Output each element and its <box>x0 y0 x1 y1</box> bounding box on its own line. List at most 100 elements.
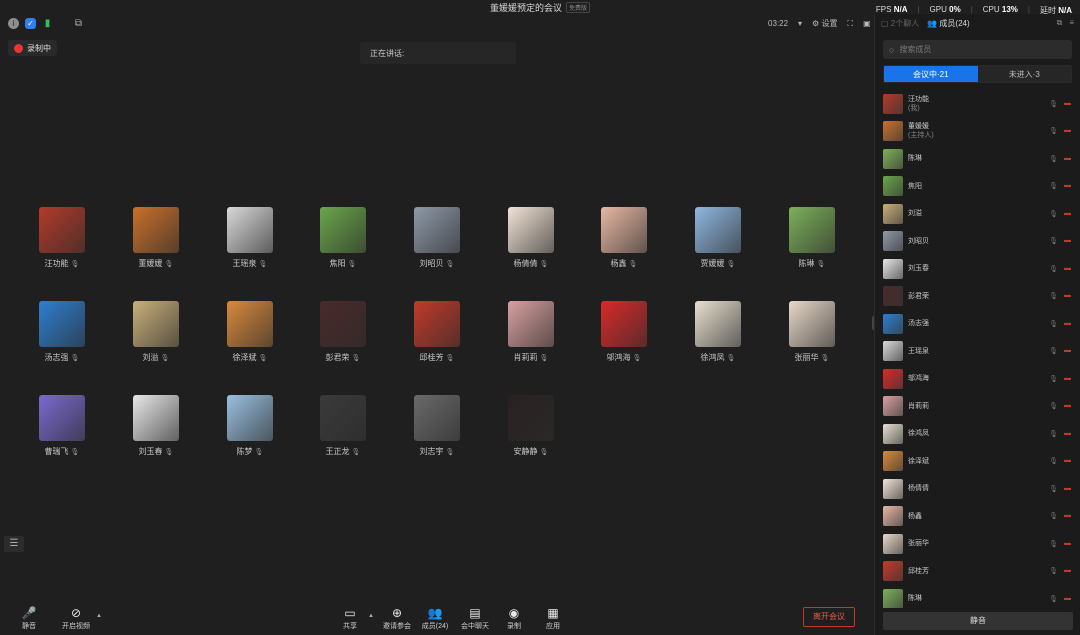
participant-tile[interactable]: 杨倩倩 🎙 <box>484 207 578 277</box>
video-off-icon[interactable]: ▬ <box>1064 402 1071 410</box>
video-off-icon[interactable]: ▬ <box>1064 347 1071 355</box>
video-off-icon[interactable]: ▬ <box>1064 595 1071 603</box>
member-row[interactable]: 王瑶泉 🎙 ▬ <box>875 338 1080 366</box>
participant-tile[interactable]: 刘昭贝 🎙 <box>390 207 484 277</box>
apps-button[interactable]: ▦ 应用 <box>533 605 573 631</box>
member-row[interactable]: 刘昭贝 🎙 ▬ <box>875 228 1080 256</box>
mic-muted-icon[interactable]: 🎙 <box>1049 375 1058 383</box>
participant-tile[interactable]: 曹瑞飞 🎙 <box>15 395 109 465</box>
participant-tile[interactable]: 张丽华 🎙 <box>765 301 859 371</box>
participant-tile[interactable]: 刘玉春 🎙 <box>109 395 203 465</box>
mic-muted-icon[interactable]: 🎙 <box>1049 182 1058 190</box>
video-off-icon[interactable]: ▬ <box>1064 100 1071 108</box>
participant-tile[interactable]: 刘志宇 🎙 <box>390 395 484 465</box>
participant-tile[interactable]: 刘溢 🎙 <box>109 301 203 371</box>
mic-muted-icon[interactable]: 🎙 <box>1049 210 1058 218</box>
member-row[interactable]: 刘溢 🎙 ▬ <box>875 200 1080 228</box>
member-row[interactable]: 徐鸿凤 🎙 ▬ <box>875 420 1080 448</box>
share-button[interactable]: ▭ 共享 ▲ <box>330 605 374 631</box>
mic-muted-icon[interactable]: 🎙 <box>1049 292 1058 300</box>
search-input[interactable] <box>899 45 1060 54</box>
member-row[interactable]: 邱桂芳 🎙 ▬ <box>875 558 1080 586</box>
chat-button[interactable]: ▤ 会中聊天 <box>455 605 495 631</box>
tab-not-joined[interactable]: 未进入·3 <box>977 66 1071 82</box>
video-off-icon[interactable]: ▬ <box>1064 457 1071 465</box>
video-off-icon[interactable]: ▬ <box>1064 155 1071 163</box>
participant-tile[interactable]: 陈琳 🎙 <box>765 207 859 277</box>
member-row[interactable]: 邬鸿海 🎙 ▬ <box>875 365 1080 393</box>
member-row[interactable]: 肖莉莉 🎙 ▬ <box>875 393 1080 421</box>
mic-muted-icon[interactable]: 🎙 <box>1049 347 1058 355</box>
participant-tile[interactable]: 王正龙 🎙 <box>296 395 390 465</box>
participant-tile[interactable]: 汤志强 🎙 <box>15 301 109 371</box>
mic-muted-icon[interactable]: 🎙 <box>1049 595 1058 603</box>
mute-button[interactable]: 🎤 静音 <box>9 605 49 631</box>
member-row[interactable]: 徐泽斌 🎙 ▬ <box>875 448 1080 476</box>
member-row[interactable]: 杨鑫 🎙 ▬ <box>875 503 1080 531</box>
member-row[interactable]: 杨倩倩 🎙 ▬ <box>875 475 1080 503</box>
member-row[interactable]: 董媛媛 (主持人) 🎙 ▬ <box>875 118 1080 146</box>
tab-members[interactable]: 👥 成员(24) <box>927 18 969 29</box>
member-row[interactable]: 汪功能 (我) 🎙 ▬ <box>875 90 1080 118</box>
video-off-icon[interactable]: ▬ <box>1064 182 1071 190</box>
participant-tile[interactable]: 邱桂芳 🎙 <box>390 301 484 371</box>
mic-muted-icon[interactable]: 🎙 <box>1049 457 1058 465</box>
invite-button[interactable]: ⊕ 邀请参会 <box>377 605 417 631</box>
participant-tile[interactable]: 贾媛媛 🎙 <box>671 207 765 277</box>
record-button[interactable]: ◉ 录制 <box>494 605 534 631</box>
video-off-icon[interactable]: ▬ <box>1064 430 1071 438</box>
participant-tile[interactable]: 杨鑫 🎙 <box>577 207 671 277</box>
members-button[interactable]: 👥 成员(24) <box>415 605 455 631</box>
mic-muted-icon[interactable]: 🎙 <box>1049 127 1058 135</box>
video-button[interactable]: ⊘ 开启视频 ▲ <box>54 605 102 631</box>
caret-up-icon[interactable]: ▲ <box>368 613 374 619</box>
member-row[interactable]: 焦阳 🎙 ▬ <box>875 173 1080 201</box>
mic-muted-icon[interactable]: 🎙 <box>1049 430 1058 438</box>
video-off-icon[interactable]: ▬ <box>1064 210 1071 218</box>
mic-muted-icon[interactable]: 🎙 <box>1049 485 1058 493</box>
mic-muted-icon[interactable]: 🎙 <box>1049 402 1058 410</box>
participant-tile[interactable]: 徐泽斌 🎙 <box>203 301 297 371</box>
menu-icon[interactable]: ≡ <box>1069 18 1074 28</box>
member-row[interactable]: 刘玉春 🎙 ▬ <box>875 255 1080 283</box>
video-off-icon[interactable]: ▬ <box>1064 320 1071 328</box>
video-off-icon[interactable]: ▬ <box>1064 292 1071 300</box>
mic-muted-icon[interactable]: 🎙 <box>1049 540 1058 548</box>
side-menu-button[interactable]: ☰ <box>4 536 24 552</box>
participant-tile[interactable]: 董媛媛 🎙 <box>109 207 203 277</box>
participant-tile[interactable]: 安静静 🎙 <box>484 395 578 465</box>
video-off-icon[interactable]: ▬ <box>1064 265 1071 273</box>
member-row[interactable]: 彭君荣 🎙 ▬ <box>875 283 1080 311</box>
video-off-icon[interactable]: ▬ <box>1064 567 1071 575</box>
video-off-icon[interactable]: ▬ <box>1064 540 1071 548</box>
video-off-icon[interactable]: ▬ <box>1064 512 1071 520</box>
video-off-icon[interactable]: ▬ <box>1064 237 1071 245</box>
participant-tile[interactable]: 徐鸿凤 🎙 <box>671 301 765 371</box>
participant-tile[interactable]: 王瑶泉 🎙 <box>203 207 297 277</box>
mic-muted-icon[interactable]: 🎙 <box>1049 155 1058 163</box>
video-off-icon[interactable]: ▬ <box>1064 375 1071 383</box>
popout-icon[interactable]: ⧉ <box>1057 18 1063 28</box>
member-row[interactable]: 张丽华 🎙 ▬ <box>875 530 1080 558</box>
mic-muted-icon[interactable]: 🎙 <box>1049 512 1058 520</box>
participant-tile[interactable]: 彭君荣 🎙 <box>296 301 390 371</box>
participant-tile[interactable]: 肖莉莉 🎙 <box>484 301 578 371</box>
mic-muted-icon[interactable]: 🎙 <box>1049 100 1058 108</box>
member-search[interactable]: ○ <box>883 40 1072 59</box>
participant-tile[interactable]: 陈梦 🎙 <box>203 395 297 465</box>
tab-chat[interactable]: ▢ 2个聊人 <box>881 18 919 29</box>
member-row[interactable]: 汤志强 🎙 ▬ <box>875 310 1080 338</box>
mic-muted-icon[interactable]: 🎙 <box>1049 237 1058 245</box>
mic-muted-icon[interactable]: 🎙 <box>1049 320 1058 328</box>
participant-tile[interactable]: 汪功能 🎙 <box>15 207 109 277</box>
mute-all-button[interactable]: 静音 <box>883 612 1073 630</box>
tab-in-meeting[interactable]: 会议中·21 <box>884 66 978 82</box>
participant-tile[interactable]: 焦阳 🎙 <box>296 207 390 277</box>
participant-tile[interactable]: 邬鸿海 🎙 <box>577 301 671 371</box>
mic-muted-icon[interactable]: 🎙 <box>1049 265 1058 273</box>
mic-muted-icon[interactable]: 🎙 <box>1049 567 1058 575</box>
leave-meeting-button[interactable]: 离开会议 <box>803 607 855 627</box>
member-row[interactable]: 陈琳 🎙 ▬ <box>875 145 1080 173</box>
video-off-icon[interactable]: ▬ <box>1064 485 1071 493</box>
video-off-icon[interactable]: ▬ <box>1064 127 1071 135</box>
